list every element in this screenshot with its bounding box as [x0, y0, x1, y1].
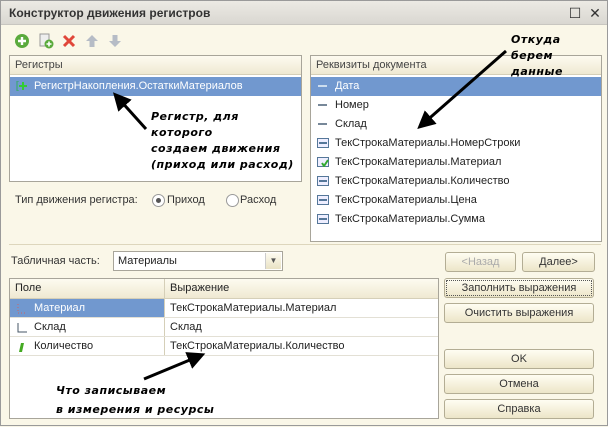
- arrow-to-expressions: [143, 352, 206, 381]
- arrow-to-attributes: [417, 49, 507, 129]
- annotation-arrows: [112, 49, 507, 381]
- arrow-to-register: [112, 92, 148, 131]
- dialog-window: Конструктор движения регистров ☐ ✕ Регис…: [0, 0, 608, 426]
